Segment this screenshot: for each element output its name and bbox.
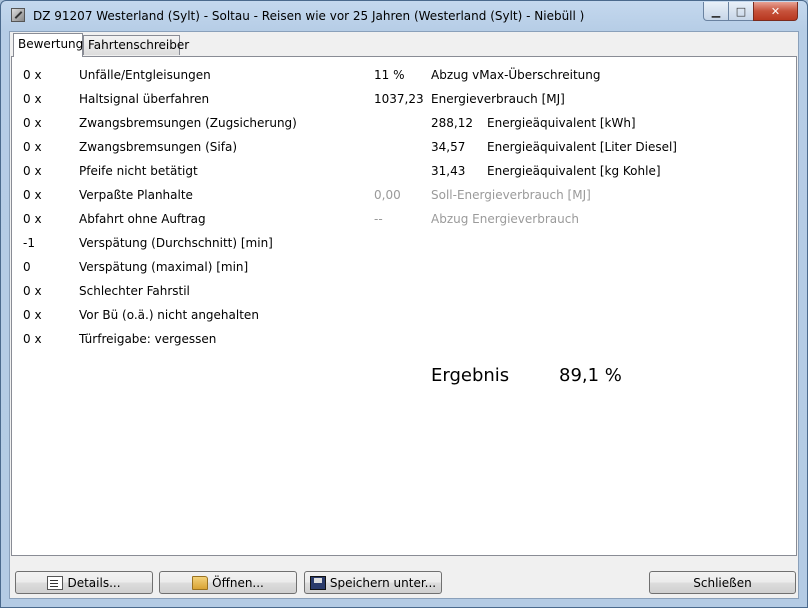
penalty-label: Haltsignal überfahren (79, 92, 210, 106)
folder-open-icon (192, 575, 209, 590)
penalty-count: 0 x (23, 332, 42, 346)
penalty-count: 0 x (23, 188, 42, 202)
penalty-count: -1 (23, 236, 35, 250)
target-energy-label: Soll-Energieverbrauch [MJ] (431, 188, 591, 202)
floppy-disk-icon (309, 575, 326, 590)
penalty-label: Unfälle/Entgleisungen (79, 68, 211, 82)
tab-bewertung[interactable]: Bewertung (13, 33, 83, 57)
main-window: DZ 91207 Westerland (Sylt) - Soltau - Re… (0, 0, 808, 608)
penalty-count: 0 (23, 260, 31, 274)
penalty-count: 0 x (23, 284, 42, 298)
penalty-label: Verspätung (maximal) [min] (79, 260, 249, 274)
details-icon (47, 575, 64, 590)
penalty-count: 0 x (23, 140, 42, 154)
save-as-button[interactable]: Speichern unter... (304, 571, 442, 594)
vmax-label: Abzug vMax-Überschreitung (431, 68, 601, 82)
penalty-label: Vor Bü (o.ä.) nicht angehalten (79, 308, 259, 322)
energy-deduction-label: Abzug Energieverbrauch (431, 212, 579, 226)
energy-consumption-label: Energieverbrauch [MJ] (431, 92, 565, 106)
maximize-icon: □ (735, 4, 747, 18)
maximize-button[interactable]: □ (728, 2, 754, 21)
title-bar[interactable]: DZ 91207 Westerland (Sylt) - Soltau - Re… (1, 1, 807, 31)
penalty-count: 0 x (23, 116, 42, 130)
result-value: 89,1 % (559, 365, 622, 386)
penalty-label: Türfreigabe: vergessen (79, 332, 217, 346)
penalty-count: 0 x (23, 212, 42, 226)
details-button-label: Details... (67, 575, 121, 590)
penalty-count: 0 x (23, 164, 42, 178)
penalty-label: Verspätung (Durchschnitt) [min] (79, 236, 273, 250)
energy-deduction-value: -- (374, 212, 383, 226)
penalty-label: Schlechter Fahrstil (79, 284, 190, 298)
energy-equivalent-label: Energieäquivalent [kWh] (487, 116, 636, 130)
open-button[interactable]: Öffnen... (159, 571, 297, 594)
open-button-label: Öffnen... (212, 575, 264, 590)
bewertung-panel: 0 x Unfälle/Entgleisungen 0 x Haltsignal… (11, 56, 797, 556)
window-title: DZ 91207 Westerland (Sylt) - Soltau - Re… (33, 9, 585, 23)
energy-equivalent-value: 34,57 (431, 140, 466, 154)
close-icon: ✕ (770, 4, 781, 18)
result-label: Ergebnis (431, 365, 510, 386)
vmax-value: 11 % (374, 68, 405, 82)
minimize-button[interactable]: ▁ (703, 2, 729, 21)
minimize-icon: ▁ (711, 4, 721, 18)
target-energy-value: 0,00 (374, 188, 401, 202)
penalty-count: 0 x (23, 92, 42, 106)
penalty-count: 0 x (23, 68, 42, 82)
penalty-count: 0 x (23, 308, 42, 322)
app-icon[interactable] (11, 8, 25, 22)
penalty-label: Zwangsbremsungen (Zugsicherung) (79, 116, 297, 130)
close-button-label: Schließen (693, 575, 752, 590)
close-window-button[interactable]: ✕ (753, 2, 798, 21)
penalty-label: Zwangsbremsungen (Sifa) (79, 140, 237, 154)
close-button[interactable]: Schließen (649, 571, 796, 594)
penalty-label: Verpaßte Planhalte (79, 188, 193, 202)
penalty-label: Abfahrt ohne Auftrag (79, 212, 206, 226)
energy-consumption-value: 1037,23 (374, 92, 424, 106)
penalty-label: Pfeife nicht betätigt (79, 164, 198, 178)
save-as-button-label: Speichern unter... (329, 575, 437, 590)
energy-equivalent-label: Energieäquivalent [kg Kohle] (487, 164, 661, 178)
energy-equivalent-value: 288,12 (431, 116, 473, 130)
client-area: Bewertung Fahrtenschreiber 0 x Unfälle/E… (9, 31, 799, 599)
energy-equivalent-label: Energieäquivalent [Liter Diesel] (487, 140, 677, 154)
energy-equivalent-value: 31,43 (431, 164, 466, 178)
tab-fahrtenschreiber[interactable]: Fahrtenschreiber (83, 35, 189, 55)
details-button[interactable]: Details... (15, 571, 153, 594)
